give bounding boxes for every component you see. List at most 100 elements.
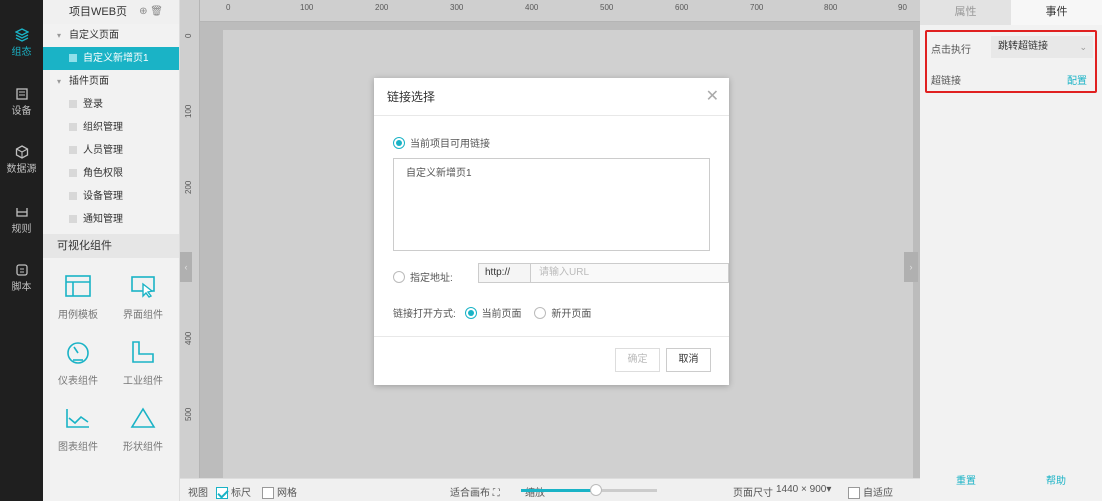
canvas-statusbar: 视图 标尺 网格 适合画布 ⛶ 缩放 页面尺寸 1440 × 900▾ 自适应 xyxy=(180,478,920,501)
checkbox-icon xyxy=(262,487,274,499)
tree-item[interactable]: 通知管理 xyxy=(43,208,179,231)
tree-item[interactable]: 组织管理 xyxy=(43,116,179,139)
ruler-toggle-label: 标尺 xyxy=(231,488,251,499)
tab-properties[interactable]: 属性 xyxy=(920,0,1011,25)
link-select-dialog: 链接选择 ✕ 当前项目可用链接 自定义新增页1 指定地址: http:// 请输… xyxy=(374,78,729,385)
caret-down-icon: ▾ xyxy=(57,77,62,86)
radio-specified-url[interactable]: 指定地址: xyxy=(393,271,453,284)
view-label: 视图 xyxy=(188,488,208,499)
component-gauge[interactable]: 仪表组件 xyxy=(48,340,108,387)
component-label: 用例模板 xyxy=(58,310,98,321)
url-row: 指定地址: http:// 请输入URL xyxy=(393,263,729,284)
tree-group-label: 自定义页面 xyxy=(69,30,119,41)
cancel-button[interactable]: 取消 xyxy=(666,348,711,372)
configure-link[interactable]: 配置 xyxy=(1067,72,1087,87)
open-mode-label: 链接打开方式: xyxy=(393,309,456,320)
click-action-select[interactable]: 跳转超链接 ⌄ xyxy=(991,36,1093,58)
nav-item-rule[interactable]: 规则 xyxy=(0,205,43,235)
nav-item-datasource[interactable]: 数据源 xyxy=(0,145,43,175)
page-size-label: 页面尺寸 xyxy=(733,488,773,499)
page-icon xyxy=(69,215,77,223)
component-interface[interactable]: 界面组件 xyxy=(113,274,173,321)
component-industrial[interactable]: 工业组件 xyxy=(113,340,173,387)
page-icon xyxy=(69,123,77,131)
link-list[interactable]: 自定义新增页1 xyxy=(393,158,710,251)
panel-tabs: 属性 事件 xyxy=(920,0,1102,25)
fit-canvas-button[interactable]: 适合画布 ⛶ xyxy=(450,484,500,499)
url-input[interactable]: 请输入URL xyxy=(531,263,729,283)
component-shape[interactable]: 形状组件 xyxy=(113,406,173,453)
chart-icon xyxy=(66,409,89,428)
caret-down-icon: ▾ xyxy=(57,31,62,40)
dialog-title: 链接选择 xyxy=(387,90,436,104)
grid-toggle-label: 网格 xyxy=(277,488,297,499)
page-size-select[interactable]: 1440 × 900▾ xyxy=(776,484,831,495)
page-size-value: 1440 × 900 xyxy=(776,484,827,495)
fit-canvas-label: 适合画布 xyxy=(450,488,490,499)
component-label: 工业组件 xyxy=(123,376,163,387)
component-template[interactable]: 用例模板 xyxy=(48,274,108,321)
page-icon xyxy=(69,169,77,177)
tree-item[interactable]: 设备管理 xyxy=(43,185,179,208)
component-label: 仪表组件 xyxy=(58,376,98,387)
url-protocol-select[interactable]: http:// xyxy=(478,263,531,283)
ruler-toggle[interactable]: 标尺 xyxy=(216,484,251,499)
radio-label: 指定地址: xyxy=(410,273,453,284)
help-button[interactable]: 帮助 xyxy=(1046,472,1066,487)
zoom-slider[interactable] xyxy=(521,484,657,496)
nav-item-script[interactable]: 脚本 xyxy=(0,263,43,293)
nav-item-device[interactable]: 设备 xyxy=(0,87,43,117)
open-mode-row: 链接打开方式: 当前页面 新开页面 xyxy=(393,305,591,320)
event-config-box: 点击执行 跳转超链接 ⌄ 超链接 配置 xyxy=(925,30,1097,93)
tab-events[interactable]: 事件 xyxy=(1011,0,1102,25)
tree-item[interactable]: 人员管理 xyxy=(43,139,179,162)
radio-label: 当前项目可用链接 xyxy=(410,139,490,150)
radio-checked-icon xyxy=(464,307,477,319)
zoom-slider-knob[interactable] xyxy=(589,484,602,496)
add-page-icon[interactable]: ⊕ xyxy=(139,6,147,17)
project-title: 项目WEB页 xyxy=(69,6,128,18)
link-list-item[interactable]: 自定义新增页1 xyxy=(406,164,697,179)
checkbox-checked-icon xyxy=(216,487,228,499)
delete-icon[interactable]: 🗑 xyxy=(150,6,163,17)
main-nav: 组态 设备 数据源 规则 脚本 xyxy=(0,0,43,501)
click-action-label: 点击执行 xyxy=(931,45,971,56)
grid-toggle[interactable]: 网格 xyxy=(262,484,297,499)
radio-label: 当前页面 xyxy=(481,309,522,320)
radio-checked-icon xyxy=(393,137,405,149)
nav-label: 脚本 xyxy=(11,282,32,293)
tree-item-selected[interactable]: 自定义新增页1 xyxy=(43,47,179,70)
properties-panel: 属性 事件 点击执行 跳转超链接 ⌄ 超链接 配置 重置 帮助 xyxy=(920,0,1102,501)
script-icon xyxy=(15,264,28,276)
app-root: 组态 设备 数据源 规则 脚本 项目WEB页 ⊕ 🗑 ▾ 自定义页面 自定义新增… xyxy=(0,0,1102,501)
tree-item-label: 通知管理 xyxy=(83,214,123,225)
nav-item-scada[interactable]: 组态 xyxy=(0,28,43,58)
gauge-icon xyxy=(67,342,89,364)
layers-icon xyxy=(14,28,29,42)
datasource-icon xyxy=(15,145,28,159)
tree-item-label: 自定义新增页1 xyxy=(83,53,149,64)
auto-fit-toggle[interactable]: 自适应 xyxy=(848,484,893,499)
component-label: 图表组件 xyxy=(58,442,98,453)
component-chart[interactable]: 图表组件 xyxy=(48,406,108,453)
tree-item-label: 设备管理 xyxy=(83,191,123,202)
tree-group-label: 插件页面 xyxy=(69,76,109,87)
tree-group-custom[interactable]: ▾ 自定义页面 xyxy=(43,24,179,47)
divider xyxy=(374,336,729,337)
tree-item[interactable]: 角色权限 xyxy=(43,162,179,185)
tree-header: 项目WEB页 ⊕ 🗑 xyxy=(43,0,179,24)
component-label: 界面组件 xyxy=(123,310,163,321)
close-icon[interactable]: ✕ xyxy=(706,78,719,116)
ok-button[interactable]: 确定 xyxy=(615,348,660,372)
radio-open-current[interactable]: 当前页面 xyxy=(464,307,522,320)
tree-group-plugin[interactable]: ▾ 插件页面 xyxy=(43,70,179,93)
tree-item-label: 登录 xyxy=(83,99,103,110)
hyperlink-label: 超链接 xyxy=(931,76,961,87)
radio-current-links[interactable]: 当前项目可用链接 xyxy=(393,135,490,150)
reset-button[interactable]: 重置 xyxy=(956,472,976,487)
interface-icon xyxy=(131,276,155,298)
zoom-slider-fill xyxy=(521,489,596,492)
radio-open-new[interactable]: 新开页面 xyxy=(534,307,591,320)
pipe-icon xyxy=(132,341,154,363)
tree-item[interactable]: 登录 xyxy=(43,93,179,116)
